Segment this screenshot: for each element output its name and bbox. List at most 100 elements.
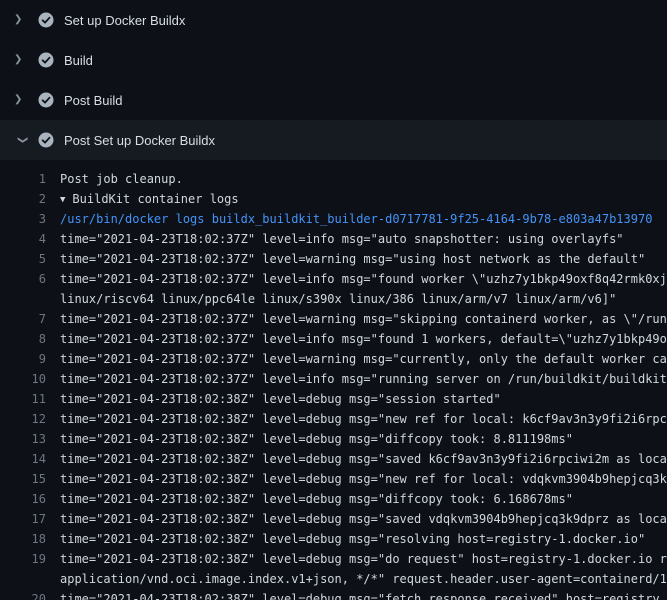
log-line-text: ▼linux/riscv64 linux/ppc64le linux/s390x… (60, 289, 667, 309)
log-line-text: ▼ BuildKit container logs (60, 189, 667, 209)
chevron-icon[interactable]: ❯ (17, 132, 27, 148)
log-line-number[interactable]: 14 (12, 449, 46, 469)
log-line-content: application/vnd.oci.image.index.v1+json,… (60, 572, 667, 586)
chevron-icon[interactable]: ❯ (14, 95, 30, 105)
log-line-text: ▼time="2021-04-23T18:02:38Z" level=debug… (60, 449, 667, 469)
step-section-header[interactable]: ❯ Build (0, 40, 667, 80)
log-line-number[interactable]: 19 (12, 549, 46, 569)
log-line: 17 ▼time="2021-04-23T18:02:38Z" level=de… (0, 509, 667, 529)
log-line-content: time="2021-04-23T18:02:38Z" level=debug … (60, 452, 667, 466)
log-line-number[interactable]: 20 (12, 589, 46, 600)
log-line: 7 ▼time="2021-04-23T18:02:37Z" level=war… (0, 309, 667, 329)
step-section-list: ❯ Set up Docker Buildx ❯ Build ❯ Post Bu (0, 0, 667, 160)
log-line-number[interactable]: 13 (12, 429, 46, 449)
step-title: Build (64, 53, 93, 68)
step-section-header[interactable]: ❯ Set up Docker Buildx (0, 0, 667, 40)
log-line-text: ▼time="2021-04-23T18:02:37Z" level=info … (60, 269, 667, 289)
log-line-number[interactable]: 8 (12, 329, 46, 349)
log-line-content: time="2021-04-23T18:02:38Z" level=debug … (60, 512, 667, 526)
log-line-number[interactable] (12, 569, 46, 589)
log-line-number[interactable]: 6 (12, 269, 46, 289)
log-line: 15 ▼time="2021-04-23T18:02:38Z" level=de… (0, 469, 667, 489)
log-line-number[interactable]: 16 (12, 489, 46, 509)
log-line-content: time="2021-04-23T18:02:38Z" level=debug … (60, 532, 645, 546)
log-line-content: time="2021-04-23T18:02:37Z" level=warnin… (60, 252, 645, 266)
log-line: 9 ▼time="2021-04-23T18:02:37Z" level=war… (0, 349, 667, 369)
log-line-number[interactable]: 3 (12, 209, 46, 229)
log-line: 6 ▼time="2021-04-23T18:02:37Z" level=inf… (0, 269, 667, 289)
log-line: ▼linux/riscv64 linux/ppc64le linux/s390x… (0, 289, 667, 309)
log-line-content: time="2021-04-23T18:02:37Z" level=warnin… (60, 352, 667, 366)
log-line-content: BuildKit container logs (72, 192, 238, 206)
log-line-text: ▼time="2021-04-23T18:02:38Z" level=debug… (60, 509, 667, 529)
step-title: Post Build (64, 93, 123, 108)
log-line-text: ▼time="2021-04-23T18:02:37Z" level=warni… (60, 249, 667, 269)
log-line-content: linux/riscv64 linux/ppc64le linux/s390x … (60, 292, 616, 306)
check-circle-icon (38, 52, 54, 68)
log-line-number[interactable]: 10 (12, 369, 46, 389)
log-line: 14 ▼time="2021-04-23T18:02:38Z" level=de… (0, 449, 667, 469)
log-line: 20 ▼time="2021-04-23T18:02:38Z" level=de… (0, 589, 667, 600)
log-line-number[interactable]: 2 (12, 189, 46, 209)
log-line-text: ▼time="2021-04-23T18:02:37Z" level=warni… (60, 349, 667, 369)
log-line-content: time="2021-04-23T18:02:37Z" level=info m… (60, 332, 667, 346)
log-line-number[interactable]: 17 (12, 509, 46, 529)
log-line-content: Post job cleanup. (60, 172, 183, 186)
log-line-text: ▼time="2021-04-23T18:02:37Z" level=warni… (60, 309, 667, 329)
log-line-text: ▼time="2021-04-23T18:02:38Z" level=debug… (60, 409, 667, 429)
log-line: 4 ▼time="2021-04-23T18:02:37Z" level=inf… (0, 229, 667, 249)
log-line-text: ▼time="2021-04-23T18:02:37Z" level=info … (60, 329, 667, 349)
log-line-content: time="2021-04-23T18:02:38Z" level=debug … (60, 492, 573, 506)
log-output: 1 ▼Post job cleanup. 2 ▼ BuildKit contain… (0, 160, 667, 600)
log-line-text: ▼time="2021-04-23T18:02:38Z" level=debug… (60, 469, 667, 489)
log-line-content: time="2021-04-23T18:02:38Z" level=debug … (60, 432, 573, 446)
log-line-content: time="2021-04-23T18:02:38Z" level=debug … (60, 392, 501, 406)
log-line-number[interactable]: 11 (12, 389, 46, 409)
log-line: 8 ▼time="2021-04-23T18:02:37Z" level=inf… (0, 329, 667, 349)
log-line-content: time="2021-04-23T18:02:37Z" level=warnin… (60, 312, 667, 326)
check-circle-icon (38, 132, 54, 148)
step-title: Set up Docker Buildx (64, 13, 185, 28)
log-line: 19 ▼time="2021-04-23T18:02:38Z" level=de… (0, 549, 667, 569)
log-line-content: time="2021-04-23T18:02:37Z" level=info m… (60, 272, 667, 286)
log-line-text: ▼time="2021-04-23T18:02:38Z" level=debug… (60, 429, 667, 449)
log-line-content: time="2021-04-23T18:02:38Z" level=debug … (60, 412, 667, 426)
log-line: 18 ▼time="2021-04-23T18:02:38Z" level=de… (0, 529, 667, 549)
log-line-number[interactable]: 4 (12, 229, 46, 249)
log-line-number[interactable]: 1 (12, 169, 46, 189)
log-line-number[interactable] (12, 289, 46, 309)
log-line-number[interactable]: 5 (12, 249, 46, 269)
log-line: 2 ▼ BuildKit container logs (0, 189, 667, 209)
log-line: 1 ▼Post job cleanup. (0, 169, 667, 189)
log-line-number[interactable]: 18 (12, 529, 46, 549)
log-line-number[interactable]: 12 (12, 409, 46, 429)
log-line-text: ▼time="2021-04-23T18:02:38Z" level=debug… (60, 589, 667, 600)
log-line-content: /usr/bin/docker logs buildx_buildkit_bui… (60, 212, 652, 226)
log-line-text: ▼/usr/bin/docker logs buildx_buildkit_bu… (60, 209, 667, 229)
log-line-text: ▼time="2021-04-23T18:02:38Z" level=debug… (60, 529, 667, 549)
log-line-text: ▼time="2021-04-23T18:02:38Z" level=debug… (60, 489, 667, 509)
step-section-header[interactable]: ❯ Post Set up Docker Buildx (0, 120, 667, 160)
log-group-toggle-icon[interactable]: ▼ (60, 195, 65, 205)
log-line-text: ▼time="2021-04-23T18:02:37Z" level=info … (60, 229, 667, 249)
log-line: 16 ▼time="2021-04-23T18:02:38Z" level=de… (0, 489, 667, 509)
log-line: 3 ▼/usr/bin/docker logs buildx_buildkit_… (0, 209, 667, 229)
log-line-text: ▼time="2021-04-23T18:02:38Z" level=debug… (60, 389, 667, 409)
step-section-header[interactable]: ❯ Post Build (0, 80, 667, 120)
log-line: 13 ▼time="2021-04-23T18:02:38Z" level=de… (0, 429, 667, 449)
check-circle-icon (38, 92, 54, 108)
log-line-text: ▼time="2021-04-23T18:02:38Z" level=debug… (60, 549, 667, 569)
chevron-icon[interactable]: ❯ (14, 15, 30, 25)
step-title: Post Set up Docker Buildx (64, 133, 215, 148)
log-line-text: ▼time="2021-04-23T18:02:37Z" level=info … (60, 369, 667, 389)
log-line-content: time="2021-04-23T18:02:38Z" level=debug … (60, 592, 660, 600)
log-line: 12 ▼time="2021-04-23T18:02:38Z" level=de… (0, 409, 667, 429)
actions-log-page: ❯ Set up Docker Buildx ❯ Build ❯ Post Bu (0, 0, 667, 600)
log-line-content: time="2021-04-23T18:02:38Z" level=debug … (60, 552, 667, 566)
log-line-number[interactable]: 7 (12, 309, 46, 329)
chevron-icon[interactable]: ❯ (14, 55, 30, 65)
log-line-number[interactable]: 9 (12, 349, 46, 369)
log-line: 5 ▼time="2021-04-23T18:02:37Z" level=war… (0, 249, 667, 269)
log-line-number[interactable]: 15 (12, 469, 46, 489)
log-line: ▼application/vnd.oci.image.index.v1+json… (0, 569, 667, 589)
